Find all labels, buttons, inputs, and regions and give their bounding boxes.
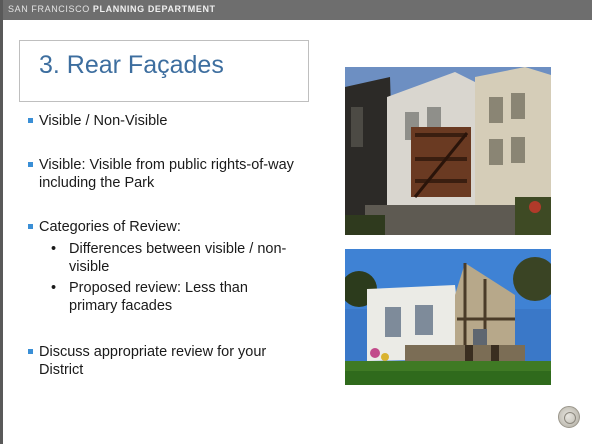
header-bar: SAN FRANCISCO PLANNING DEPARTMENT	[0, 0, 592, 20]
title-box: 3. Rear Façades	[19, 40, 309, 102]
left-frame-edge	[0, 0, 3, 444]
slide-title: 3. Rear Façades	[39, 51, 224, 79]
bullet-item: Categories of Review:	[28, 218, 308, 236]
department-header: SAN FRANCISCO PLANNING DEPARTMENT	[8, 4, 216, 14]
sub-bullet-item: Proposed review: Less than primary facad…	[49, 279, 299, 315]
bullet-item: Visible: Visible from public rights-of-w…	[28, 156, 309, 192]
header-org-light: SAN FRANCISCO	[8, 4, 90, 14]
city-seal-icon	[558, 406, 580, 428]
bullet-item: Visible / Non-Visible	[28, 112, 308, 130]
bullet-list: Visible / Non-Visible Visible: Visible f…	[28, 112, 308, 379]
sub-bullet-item: Differences between visible / non-visibl…	[49, 240, 289, 276]
bullet-item: Discuss appropriate review for your Dist…	[28, 343, 299, 379]
rear-cottage-garden-photo	[345, 249, 551, 385]
header-org-bold: PLANNING DEPARTMENT	[92, 4, 216, 14]
rear-facade-victorian-houses-photo	[345, 67, 551, 235]
slide: SAN FRANCISCO PLANNING DEPARTMENT 3. Rea…	[0, 0, 592, 444]
